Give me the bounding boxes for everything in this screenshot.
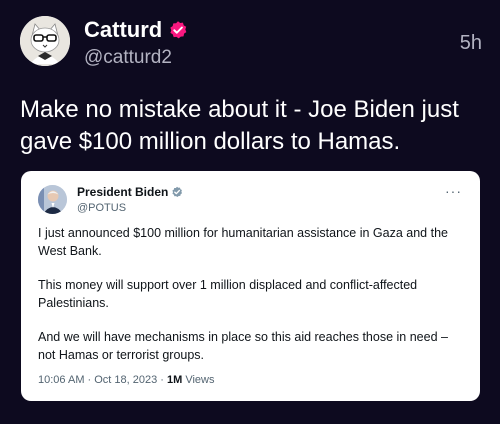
display-name-text[interactable]: Catturd: [84, 17, 162, 43]
post: Catturd @catturd2 5h Make no mistake abo…: [0, 0, 500, 424]
quoted-paragraph: This money will support over 1 million d…: [38, 278, 418, 310]
views-count: 1M: [167, 374, 183, 386]
quoted-avatar[interactable]: [38, 185, 67, 214]
quoted-display-name[interactable]: President Biden: [77, 185, 183, 199]
handle[interactable]: @catturd2: [84, 47, 172, 69]
verified-badge-icon: [171, 186, 183, 198]
views-label: Views: [182, 374, 215, 386]
quoted-paragraph: And we will have mechanisms in place so …: [38, 330, 448, 362]
quoted-tweet-card[interactable]: President Biden @POTUS ··· I just announ…: [21, 171, 480, 401]
verified-badge-icon: [168, 20, 188, 40]
quoted-tweet-meta: 10:06 AM · Oct 18, 2023 · 1M Views: [38, 374, 215, 386]
person-avatar-icon: [38, 185, 67, 214]
cat-avatar-icon: [20, 16, 70, 66]
post-time[interactable]: 5h: [460, 32, 482, 55]
avatar[interactable]: [20, 16, 70, 66]
quoted-timestamp[interactable]: 10:06 AM · Oct 18, 2023 ·: [38, 374, 167, 386]
quoted-tweet-text: I just announced $100 million for humani…: [38, 224, 463, 380]
display-name[interactable]: Catturd: [84, 17, 188, 43]
more-options-icon[interactable]: ···: [445, 183, 462, 199]
post-text: Make no mistake about it - Joe Biden jus…: [20, 96, 459, 155]
quoted-paragraph: I just announced $100 million for humani…: [38, 226, 448, 258]
quoted-display-name-text[interactable]: President Biden: [77, 185, 168, 199]
quoted-handle[interactable]: @POTUS: [77, 202, 126, 214]
